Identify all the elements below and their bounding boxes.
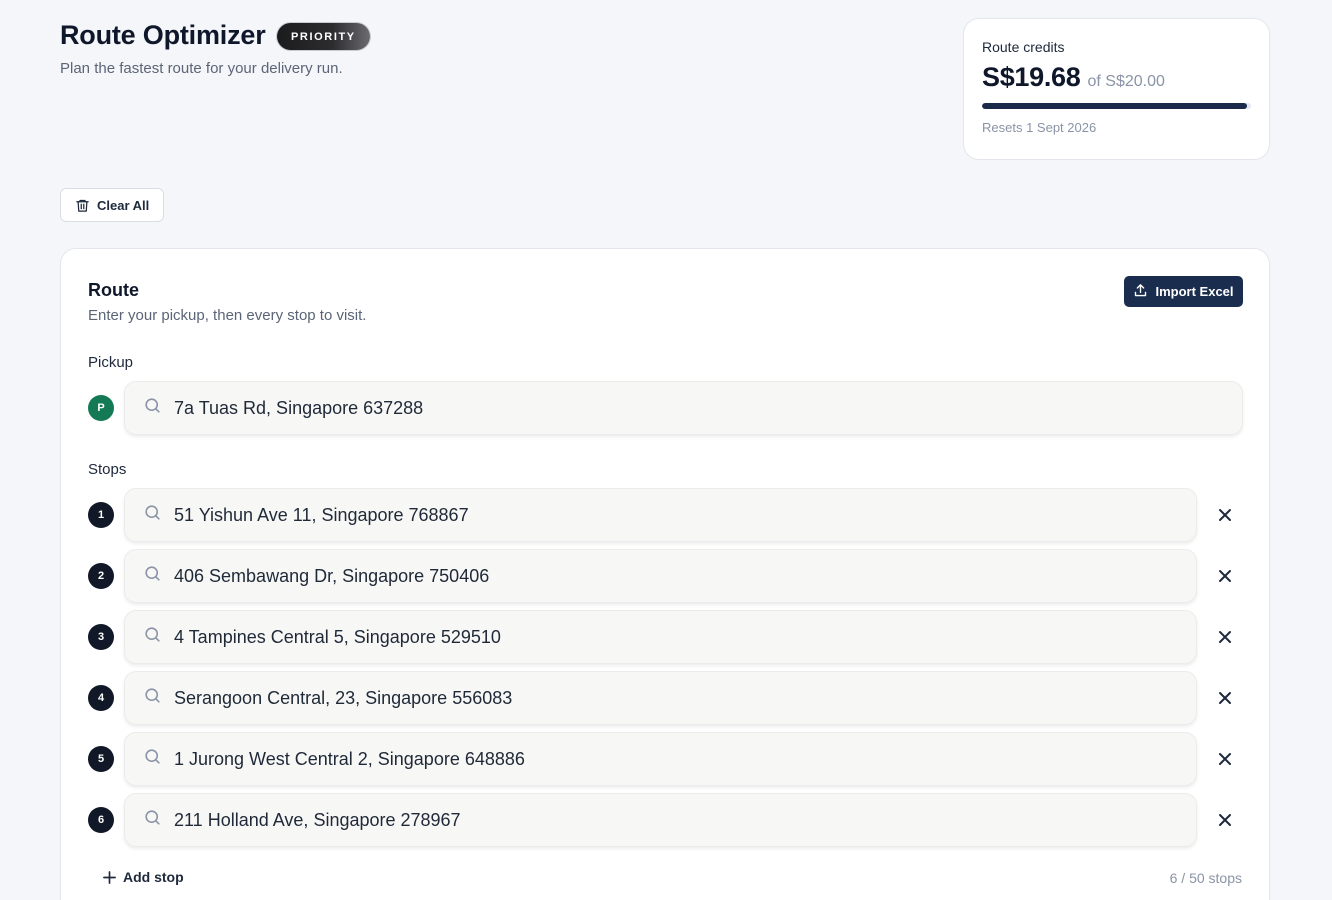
close-icon	[1219, 753, 1231, 765]
search-icon	[143, 808, 162, 832]
stop-field[interactable]	[124, 549, 1197, 603]
stop-input[interactable]	[174, 626, 1196, 648]
add-stop-label: Add stop	[123, 869, 184, 885]
route-credits-card: Route credits S$19.68 of S$20.00 Resets …	[963, 18, 1270, 160]
stop-field[interactable]	[124, 488, 1197, 542]
close-icon	[1219, 631, 1231, 643]
remove-stop-button[interactable]	[1215, 505, 1235, 525]
stop-row: 6	[88, 793, 1235, 847]
credits-label: Route credits	[982, 39, 1065, 55]
route-title: Route	[88, 280, 139, 300]
priority-badge: PRIORITY	[277, 23, 370, 50]
close-icon	[1219, 570, 1231, 582]
stop-marker: 3	[88, 624, 114, 650]
page-subtitle: Plan the fastest route for your delivery…	[60, 60, 343, 77]
close-icon	[1219, 692, 1231, 704]
remove-stop-button[interactable]	[1215, 749, 1235, 769]
stop-field[interactable]	[124, 793, 1197, 847]
remove-stop-button[interactable]	[1215, 566, 1235, 586]
search-icon	[143, 686, 162, 710]
trash-icon	[75, 198, 90, 213]
search-icon	[143, 747, 162, 771]
clear-all-button[interactable]: Clear All	[60, 188, 164, 222]
upload-icon	[1133, 283, 1148, 301]
stop-input[interactable]	[174, 565, 1196, 587]
credits-progress-bar	[982, 103, 1251, 109]
search-icon	[143, 503, 162, 527]
stop-row: 3	[88, 610, 1235, 664]
stop-row: 5	[88, 732, 1235, 786]
route-subtitle: Enter your pickup, then every stop to vi…	[88, 307, 367, 324]
search-icon	[143, 396, 162, 420]
route-card: Route Enter your pickup, then every stop…	[60, 248, 1270, 900]
page-title: Route Optimizer	[60, 20, 266, 50]
search-icon	[143, 564, 162, 588]
stop-field[interactable]	[124, 671, 1197, 725]
stop-marker: 4	[88, 685, 114, 711]
stop-marker: 2	[88, 563, 114, 589]
stop-row: 1	[88, 488, 1235, 542]
stop-field[interactable]	[124, 732, 1197, 786]
stop-count: 6 / 50 stops	[1169, 870, 1242, 886]
stops-label: Stops	[88, 461, 127, 478]
pickup-field[interactable]	[124, 381, 1243, 435]
import-excel-label: Import Excel	[1155, 284, 1234, 299]
stop-row: 4	[88, 671, 1235, 725]
remove-stop-button[interactable]	[1215, 810, 1235, 830]
credits-progress-fill	[982, 103, 1247, 109]
search-icon	[143, 625, 162, 649]
close-icon	[1219, 814, 1231, 826]
credits-amount: S$19.68	[982, 62, 1081, 92]
pickup-row: P	[88, 381, 1243, 435]
pickup-label: Pickup	[88, 354, 134, 371]
stop-input[interactable]	[174, 504, 1196, 526]
stop-input[interactable]	[174, 687, 1196, 709]
remove-stop-button[interactable]	[1215, 688, 1235, 708]
add-stop-button[interactable]: Add stop	[103, 869, 184, 885]
credits-balance-row: S$19.68 of S$20.00	[982, 62, 1251, 93]
stop-input[interactable]	[174, 809, 1196, 831]
stop-marker: 1	[88, 502, 114, 528]
close-icon	[1219, 509, 1231, 521]
stop-marker: 6	[88, 807, 114, 833]
plus-icon	[103, 870, 116, 884]
credits-total: of S$20.00	[1087, 73, 1165, 90]
stop-marker: 5	[88, 746, 114, 772]
stop-row: 2	[88, 549, 1235, 603]
pickup-input[interactable]	[174, 397, 1242, 419]
pickup-marker: P	[88, 395, 114, 421]
stop-input[interactable]	[174, 748, 1196, 770]
clear-all-label: Clear All	[97, 197, 150, 213]
credits-reset-date: Resets 1 Sept 2026	[982, 120, 1097, 135]
import-excel-button[interactable]: Import Excel	[1124, 276, 1243, 307]
stop-field[interactable]	[124, 610, 1197, 664]
remove-stop-button[interactable]	[1215, 627, 1235, 647]
